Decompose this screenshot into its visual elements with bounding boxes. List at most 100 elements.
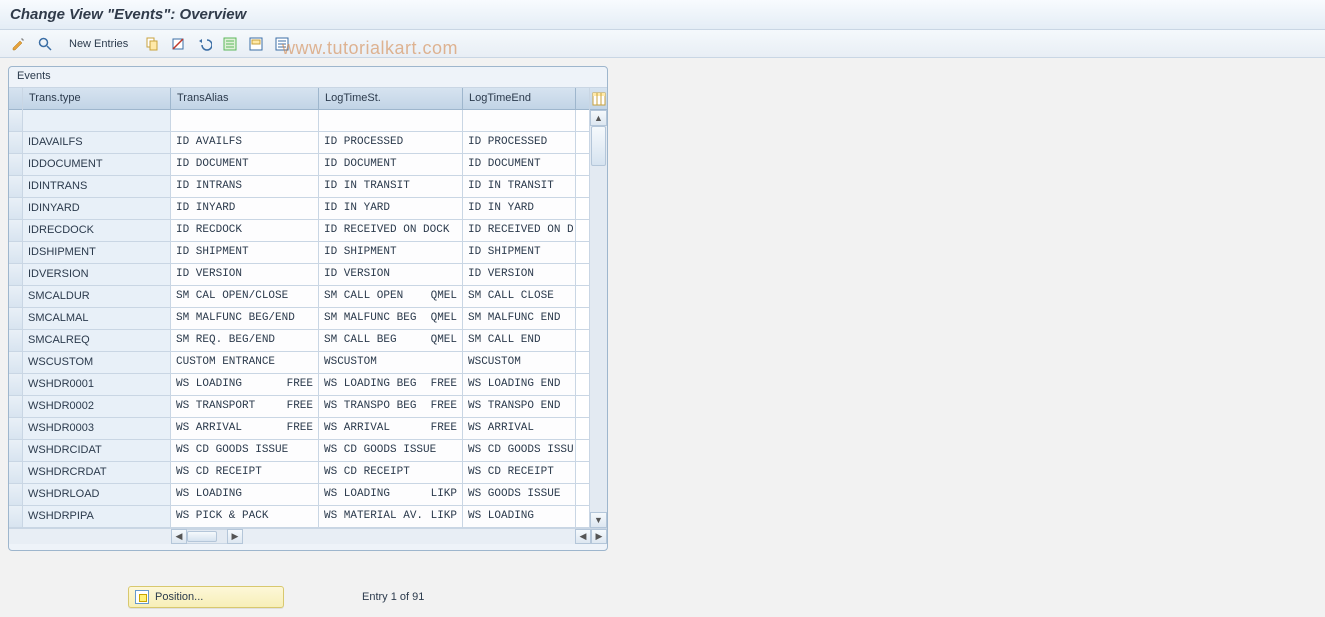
scroll-left-end-button[interactable]: ◀ xyxy=(575,529,591,544)
row-selector[interactable] xyxy=(9,286,22,308)
new-entries-button[interactable]: New Entries xyxy=(60,35,137,53)
cell-trans-type[interactable]: SMCALMAL xyxy=(23,308,171,329)
cell-log-time-end[interactable]: WS GOODS ISSUE xyxy=(463,484,576,505)
cell-log-time-st[interactable] xyxy=(319,110,463,131)
toggle-display-change-button[interactable] xyxy=(8,34,30,54)
cell-log-time-end[interactable]: WS LOADING xyxy=(463,506,576,527)
delete-button[interactable] xyxy=(167,34,189,54)
table-row[interactable]: IDVERSIONID VERSIONID VERSIONID VERSION xyxy=(23,264,589,286)
cell-log-time-end[interactable] xyxy=(463,110,576,131)
cell-trans-alias[interactable]: WS ARRIVALFREE xyxy=(171,418,319,439)
table-row[interactable]: IDINYARDID INYARDID IN YARDID IN YARD xyxy=(23,198,589,220)
cell-trans-type[interactable]: IDRECDOCK xyxy=(23,220,171,241)
row-selector[interactable] xyxy=(9,198,22,220)
hscroll-track[interactable] xyxy=(187,529,227,544)
vscroll-thumb[interactable] xyxy=(591,126,606,166)
cell-log-time-st[interactable]: ID IN YARD xyxy=(319,198,463,219)
copy-as-button[interactable] xyxy=(141,34,163,54)
cell-trans-type[interactable]: SMCALREQ xyxy=(23,330,171,351)
row-selector[interactable] xyxy=(9,484,22,506)
table-row[interactable]: IDINTRANSID INTRANSID IN TRANSITID IN TR… xyxy=(23,176,589,198)
scroll-down-button[interactable]: ▼ xyxy=(590,512,607,528)
scroll-up-button[interactable]: ▲ xyxy=(590,110,607,126)
row-selector[interactable] xyxy=(9,132,22,154)
col-header-trans-type[interactable]: Trans.type xyxy=(23,88,171,109)
cell-log-time-st[interactable]: SM CALL BEGQMEL xyxy=(319,330,463,351)
col-header-trans-alias[interactable]: TransAlias xyxy=(171,88,319,109)
row-selector[interactable] xyxy=(9,506,22,528)
cell-trans-type[interactable]: IDSHIPMENT xyxy=(23,242,171,263)
cell-trans-type[interactable]: WSHDRCRDAT xyxy=(23,462,171,483)
cell-trans-alias[interactable]: ID INYARD xyxy=(171,198,319,219)
scroll-left-button[interactable]: ◀ xyxy=(171,529,187,544)
deselect-all-button[interactable] xyxy=(271,34,293,54)
cell-trans-type[interactable]: IDVERSION xyxy=(23,264,171,285)
cell-trans-alias[interactable]: ID VERSION xyxy=(171,264,319,285)
cell-trans-alias[interactable]: WS CD RECEIPT xyxy=(171,462,319,483)
cell-log-time-st[interactable]: ID IN TRANSIT xyxy=(319,176,463,197)
cell-log-time-end[interactable]: WS CD GOODS ISSU xyxy=(463,440,576,461)
row-selector[interactable] xyxy=(9,220,22,242)
cell-log-time-st[interactable]: ID PROCESSED xyxy=(319,132,463,153)
cell-log-time-end[interactable]: ID VERSION xyxy=(463,264,576,285)
cell-log-time-st[interactable]: WS TRANSPO BEGFREE xyxy=(319,396,463,417)
table-row[interactable]: SMCALDURSM CAL OPEN/CLOSESM CALL OPENQME… xyxy=(23,286,589,308)
cell-log-time-st[interactable]: ID DOCUMENT xyxy=(319,154,463,175)
row-selector[interactable] xyxy=(9,154,22,176)
cell-trans-type[interactable]: WSHDRLOAD xyxy=(23,484,171,505)
cell-trans-alias[interactable]: ID DOCUMENT xyxy=(171,154,319,175)
cell-trans-alias[interactable]: WS LOADINGFREE xyxy=(171,374,319,395)
cell-log-time-end[interactable]: ID IN YARD xyxy=(463,198,576,219)
cell-trans-alias[interactable]: ID SHIPMENT xyxy=(171,242,319,263)
cell-log-time-end[interactable]: ID IN TRANSIT xyxy=(463,176,576,197)
hscroll-thumb[interactable] xyxy=(187,531,217,542)
cell-log-time-end[interactable]: WS CD RECEIPT xyxy=(463,462,576,483)
table-row[interactable]: WSHDRCRDATWS CD RECEIPTWS CD RECEIPTWS C… xyxy=(23,462,589,484)
cell-trans-alias[interactable]: WS CD GOODS ISSUE xyxy=(171,440,319,461)
cell-log-time-end[interactable]: ID SHIPMENT xyxy=(463,242,576,263)
details-button[interactable] xyxy=(34,34,56,54)
table-row[interactable]: IDRECDOCKID RECDOCKID RECEIVED ON DOCKID… xyxy=(23,220,589,242)
cell-trans-alias[interactable]: WS PICK & PACK xyxy=(171,506,319,527)
cell-log-time-st[interactable]: WS LOADINGLIKP xyxy=(319,484,463,505)
cell-log-time-end[interactable]: WS ARRIVAL xyxy=(463,418,576,439)
table-row[interactable]: WSHDRPIPAWS PICK & PACKWS MATERIAL AV.LI… xyxy=(23,506,589,528)
table-row[interactable]: IDSHIPMENTID SHIPMENTID SHIPMENTID SHIPM… xyxy=(23,242,589,264)
cell-trans-alias[interactable]: ID INTRANS xyxy=(171,176,319,197)
table-row[interactable]: SMCALREQSM REQ. BEG/ENDSM CALL BEGQMELSM… xyxy=(23,330,589,352)
cell-log-time-end[interactable]: WSCUSTOM xyxy=(463,352,576,373)
cell-trans-alias[interactable]: WS LOADING xyxy=(171,484,319,505)
cell-log-time-st[interactable]: WS LOADING BEGFREE xyxy=(319,374,463,395)
cell-trans-alias[interactable]: CUSTOM ENTRANCE xyxy=(171,352,319,373)
row-selector[interactable] xyxy=(9,264,22,286)
cell-log-time-end[interactable]: WS TRANSPO END xyxy=(463,396,576,417)
select-all-rows-header[interactable] xyxy=(9,88,22,110)
undo-button[interactable] xyxy=(193,34,215,54)
table-row[interactable]: WSHDR0002WS TRANSPORTFREEWS TRANSPO BEGF… xyxy=(23,396,589,418)
cell-log-time-end[interactable]: SM CALL CLOSE xyxy=(463,286,576,307)
cell-log-time-st[interactable]: ID SHIPMENT xyxy=(319,242,463,263)
vscroll-track[interactable] xyxy=(590,126,607,512)
scroll-right-button[interactable]: ▶ xyxy=(227,529,243,544)
cell-trans-type[interactable]: WSHDRCIDAT xyxy=(23,440,171,461)
select-all-button[interactable] xyxy=(219,34,241,54)
cell-log-time-end[interactable]: SM CALL END xyxy=(463,330,576,351)
cell-log-time-st[interactable]: SM CALL OPENQMEL xyxy=(319,286,463,307)
cell-log-time-end[interactable]: ID PROCESSED xyxy=(463,132,576,153)
col-header-log-time-end[interactable]: LogTimeEnd xyxy=(463,88,576,109)
table-row[interactable] xyxy=(23,110,589,132)
cell-trans-type[interactable] xyxy=(23,110,171,131)
cell-trans-alias[interactable]: SM CAL OPEN/CLOSE xyxy=(171,286,319,307)
cell-trans-type[interactable]: WSHDR0003 xyxy=(23,418,171,439)
cell-log-time-end[interactable]: ID DOCUMENT xyxy=(463,154,576,175)
cell-trans-alias[interactable]: SM MALFUNC BEG/END xyxy=(171,308,319,329)
row-selector[interactable] xyxy=(9,308,22,330)
cell-trans-type[interactable]: WSHDR0002 xyxy=(23,396,171,417)
row-selector[interactable] xyxy=(9,396,22,418)
cell-trans-type[interactable]: IDINTRANS xyxy=(23,176,171,197)
cell-trans-type[interactable]: IDAVAILFS xyxy=(23,132,171,153)
cell-log-time-end[interactable]: WS LOADING END xyxy=(463,374,576,395)
row-selector[interactable] xyxy=(9,374,22,396)
table-configure-button[interactable] xyxy=(590,88,607,110)
table-row[interactable]: WSHDR0001WS LOADINGFREEWS LOADING BEGFRE… xyxy=(23,374,589,396)
